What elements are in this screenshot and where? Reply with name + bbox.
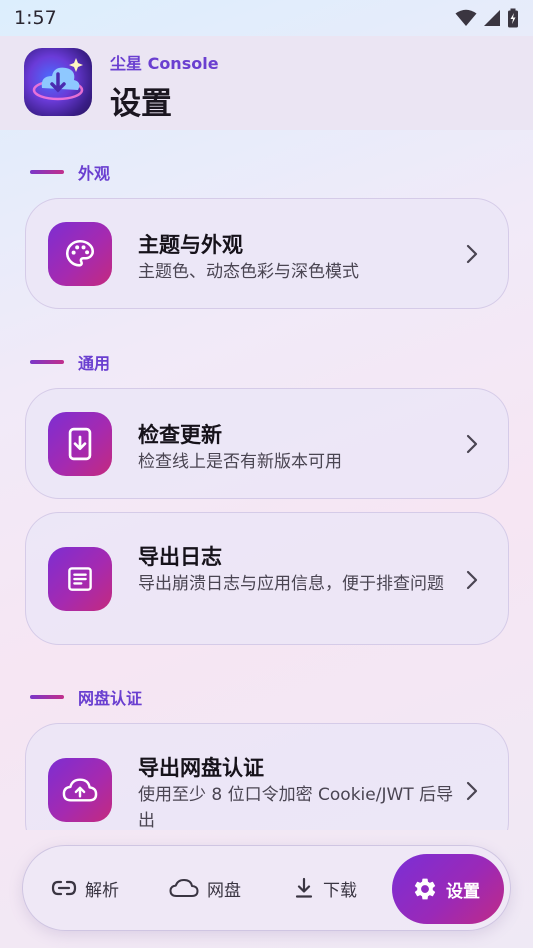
item-title: 主题与外观 xyxy=(138,233,243,257)
scroll-clip: 导出网盘认证 使用至少 8 位口令加密 Cookie/JWT 后导出 xyxy=(0,720,533,830)
phone-download-icon xyxy=(48,412,112,476)
section-label-text: 外观 xyxy=(78,164,111,183)
app-logo xyxy=(24,48,92,116)
chevron-right-icon xyxy=(466,244,478,264)
status-time: 1:57 xyxy=(14,7,57,29)
item-title: 检查更新 xyxy=(138,423,222,447)
item-description: 使用至少 8 位口令加密 Cookie/JWT 后导出 xyxy=(138,785,454,830)
item-description: 检查线上是否有新版本可用 xyxy=(138,452,342,472)
app-header: 尘星 Console 设置 xyxy=(0,36,533,130)
section-label-text: 网盘认证 xyxy=(78,689,143,708)
nav-label: 解析 xyxy=(85,880,119,901)
palette-icon xyxy=(48,222,112,286)
cloud-upload-icon xyxy=(48,758,112,822)
chevron-right-icon xyxy=(466,570,478,590)
bottom-navigation: 解析 网盘 下载 设置 xyxy=(22,845,511,931)
check-update-item[interactable]: 检查更新 检查线上是否有新版本可用 xyxy=(25,388,509,499)
chevron-right-icon xyxy=(466,781,478,801)
battery-icon xyxy=(508,8,518,28)
link-icon xyxy=(51,880,77,896)
section-accent-bar xyxy=(30,360,64,364)
theme-appearance-item[interactable]: 主题与外观 主题色、动态色彩与深色模式 xyxy=(25,198,509,309)
section-label-cloud-auth: 网盘认证 xyxy=(30,685,142,709)
download-icon xyxy=(295,877,313,898)
nav-item-settings[interactable]: 设置 xyxy=(392,854,504,924)
signal-icon xyxy=(484,10,500,26)
app-subtitle: 尘星 Console xyxy=(110,54,219,73)
nav-label: 网盘 xyxy=(207,880,241,901)
section-accent-bar xyxy=(30,170,64,174)
nav-label: 下载 xyxy=(323,880,357,901)
section-label-text: 通用 xyxy=(78,354,111,373)
document-icon xyxy=(48,547,112,611)
status-bar: 1:57 xyxy=(0,0,533,36)
item-title: 导出日志 xyxy=(138,545,222,569)
section-label-appearance: 外观 xyxy=(30,160,110,184)
item-description: 导出崩溃日志与应用信息，便于排查问题 xyxy=(138,574,444,594)
item-description: 主题色、动态色彩与深色模式 xyxy=(138,262,359,282)
status-icons xyxy=(455,8,519,28)
cloud-icon xyxy=(169,879,199,897)
gear-icon xyxy=(414,878,436,900)
nav-item-parse[interactable]: 解析 xyxy=(51,846,119,930)
section-accent-bar xyxy=(30,695,64,699)
nav-item-download[interactable]: 下载 xyxy=(293,846,357,930)
export-cloud-auth-item[interactable]: 导出网盘认证 使用至少 8 位口令加密 Cookie/JWT 后导出 xyxy=(25,723,509,830)
section-label-general: 通用 xyxy=(30,350,110,374)
export-logs-item[interactable]: 导出日志 导出崩溃日志与应用信息，便于排查问题 xyxy=(25,512,509,645)
wifi-icon xyxy=(455,9,477,26)
nav-label: 设置 xyxy=(446,881,480,902)
nav-item-cloud[interactable]: 网盘 xyxy=(169,846,241,930)
page-title: 设置 xyxy=(110,86,172,122)
gesture-bar xyxy=(0,932,533,948)
item-title: 导出网盘认证 xyxy=(138,756,264,780)
chevron-right-icon xyxy=(466,434,478,454)
